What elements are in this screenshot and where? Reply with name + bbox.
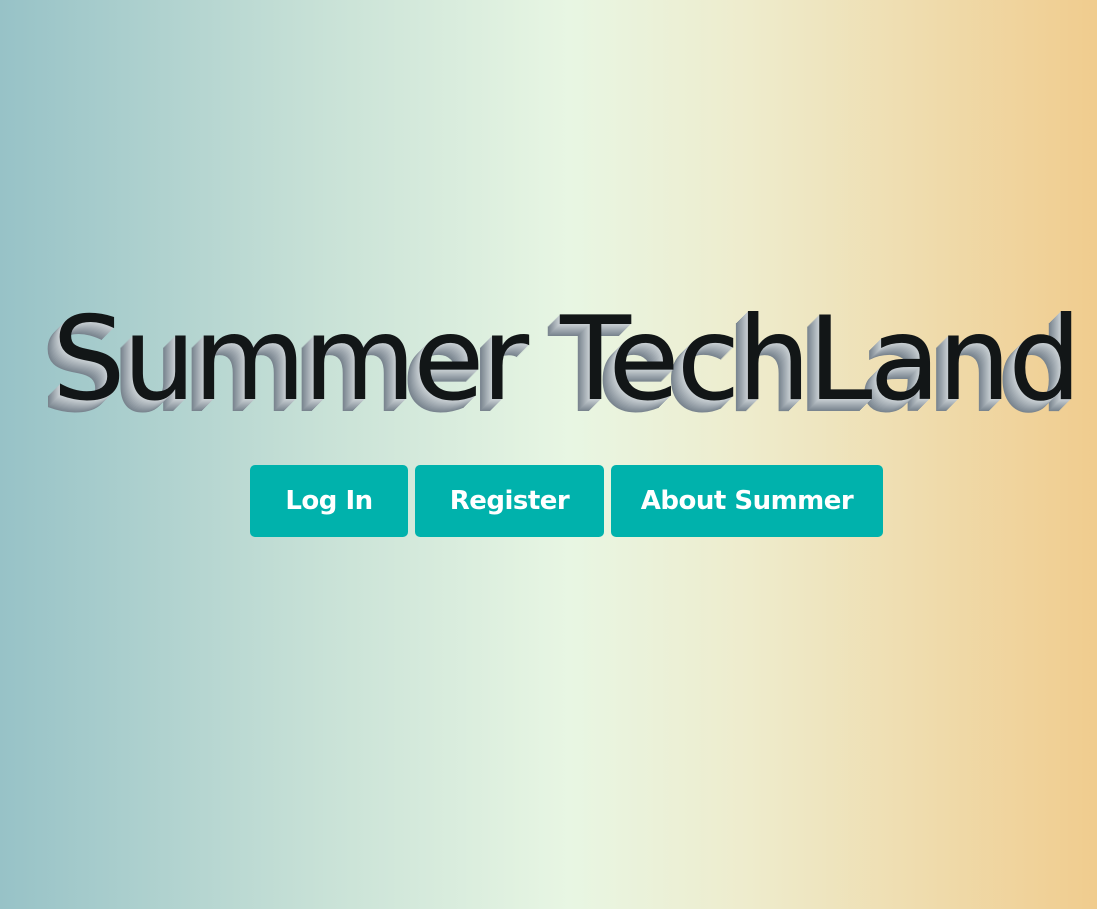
page-title: Summer TechLand bbox=[52, 292, 1082, 427]
hero-section: Summer TechLand Log In Register About Su… bbox=[0, 0, 1097, 909]
about-summer-button[interactable]: About Summer bbox=[611, 465, 883, 537]
login-button[interactable]: Log In bbox=[250, 465, 408, 537]
button-group: Log In Register About Summer bbox=[250, 465, 883, 537]
register-button[interactable]: Register bbox=[415, 465, 604, 537]
